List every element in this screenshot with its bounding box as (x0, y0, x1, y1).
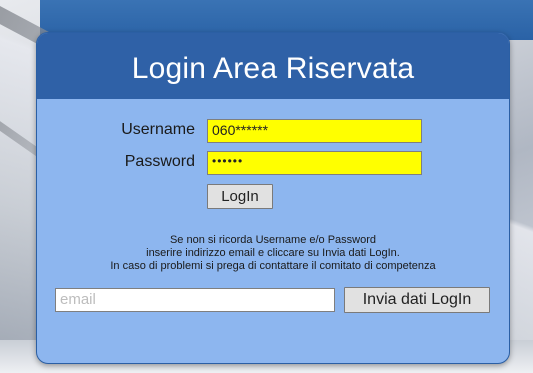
email-input[interactable]: email (55, 288, 335, 312)
login-button[interactable]: LogIn (207, 184, 273, 209)
help-text-line-1: Se non si ricorda Username e/o Password (169, 234, 377, 246)
password-field[interactable]: •••••• (207, 151, 422, 175)
help-text-line-2: inserire indirizzo email e cliccare su I… (146, 247, 400, 259)
login-title: Login Area Riservata (131, 52, 415, 85)
login-header: Login Area Riservata (37, 33, 509, 99)
password-label: Password (124, 153, 195, 170)
login-panel: Login Area Riservata Username 060****** … (36, 32, 510, 364)
username-field[interactable]: 060****** (207, 119, 422, 143)
help-text-line-3: In caso di problemi si prega di contatta… (110, 260, 436, 272)
send-login-data-button[interactable]: Invia dati LogIn (344, 287, 490, 313)
username-label: Username (121, 121, 195, 138)
